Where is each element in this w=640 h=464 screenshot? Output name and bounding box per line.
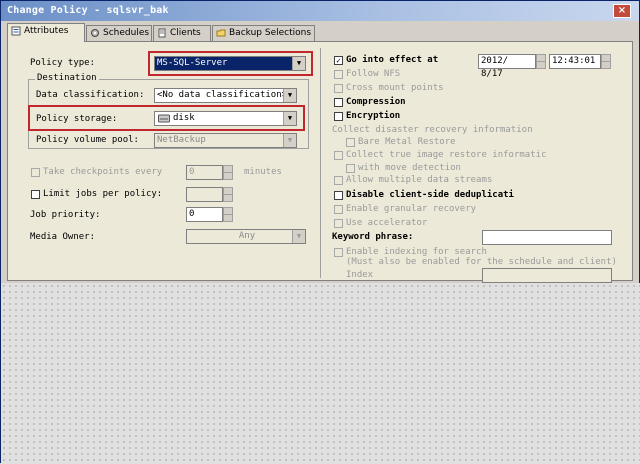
- granular-recovery-checkbox[interactable]: [334, 205, 343, 214]
- limit-jobs-input[interactable]: [186, 187, 223, 202]
- keyword-phrase-label: Keyword phrase:: [332, 232, 414, 242]
- disable-dedup-checkbox[interactable]: [334, 191, 343, 200]
- effect-date-input[interactable]: 2012/ 8/17: [478, 54, 536, 79]
- take-checkpoints-checkbox[interactable]: [31, 168, 40, 177]
- close-button[interactable]: ×: [613, 4, 631, 18]
- bmr-label: Bare Metal Restore: [358, 137, 456, 147]
- move-detection-checkbox[interactable]: [346, 164, 355, 173]
- tab-label: Backup Selections: [229, 28, 312, 38]
- gear-icon: [91, 29, 99, 37]
- granular-recovery-label: Enable granular recovery: [346, 204, 477, 214]
- policy-type-highlight-box: [148, 51, 313, 76]
- media-owner-value: Any: [238, 231, 256, 241]
- data-classification-value: <No data classification>: [157, 90, 288, 100]
- tab-label: Schedules: [103, 28, 150, 38]
- policy-storage-highlight-box: [28, 105, 305, 131]
- checkpoint-spinner[interactable]: [223, 165, 233, 180]
- encryption-label: Encryption: [346, 111, 401, 121]
- effect-time-input[interactable]: 12:43:01: [549, 54, 601, 69]
- change-policy-window: Change Policy - sqlsvr_bak × Attributes …: [0, 0, 640, 464]
- bmr-checkbox[interactable]: [346, 138, 355, 147]
- checkpoint-minutes-input[interactable]: 0: [186, 165, 223, 180]
- destination-title: Destination: [35, 73, 99, 83]
- accelerator-label: Use accelerator: [346, 218, 428, 228]
- media-owner-select[interactable]: Any ▼: [186, 229, 306, 244]
- media-owner-label: Media Owner:: [30, 232, 96, 242]
- disable-dedup-label: Disable client-side deduplicati: [346, 190, 514, 200]
- take-checkpoints-label: Take checkpoints every: [43, 167, 163, 177]
- job-priority-input[interactable]: 0: [186, 207, 223, 222]
- multiple-streams-label: Allow multiple data streams: [346, 175, 493, 185]
- follow-nfs-label: Follow NFS: [346, 69, 401, 79]
- window-title: Change Policy - sqlsvr_bak: [7, 5, 169, 16]
- title-bar[interactable]: Change Policy - sqlsvr_bak ×: [1, 1, 639, 21]
- attributes-icon: [11, 26, 21, 36]
- enable-indexing-checkbox[interactable]: [334, 248, 343, 257]
- tab-clients[interactable]: Clients: [153, 25, 211, 41]
- tab-attributes[interactable]: Attributes: [7, 23, 85, 42]
- policy-volume-pool-value: NetBackup: [157, 135, 206, 145]
- policy-type-label: Policy type:: [30, 58, 96, 68]
- policy-volume-pool-select[interactable]: NetBackup ▼: [154, 133, 297, 148]
- move-detection-label: with move detection: [358, 163, 461, 173]
- collect-tir-checkbox[interactable]: [334, 151, 343, 160]
- job-priority-spinner[interactable]: [223, 207, 233, 222]
- indexing-note: (Must also be enabled for the schedule a…: [346, 257, 617, 267]
- cross-mount-checkbox[interactable]: [334, 84, 343, 93]
- collect-dr-label: Collect disaster recovery information: [332, 125, 533, 135]
- data-classification-label: Data classification:: [36, 90, 145, 100]
- document-icon: [158, 28, 166, 38]
- chevron-down-icon: ▼: [283, 89, 296, 102]
- compression-label: Compression: [346, 97, 406, 107]
- accelerator-checkbox[interactable]: [334, 219, 343, 228]
- collect-tir-label: Collect true image restore informatic: [346, 150, 547, 160]
- limit-jobs-label: Limit jobs per policy:: [43, 189, 163, 199]
- tab-label: Clients: [170, 28, 201, 38]
- tab-label: Attributes: [24, 26, 69, 36]
- go-into-effect-checkbox[interactable]: ✓: [334, 56, 343, 65]
- job-priority-label: Job priority:: [30, 210, 101, 220]
- chevron-down-icon: ▼: [283, 134, 296, 147]
- index-server-label: Index: [346, 270, 374, 280]
- keyword-phrase-input[interactable]: [482, 230, 612, 245]
- go-into-effect-label: Go into effect at: [346, 55, 439, 65]
- effect-time-spinner[interactable]: [601, 54, 611, 69]
- attributes-panel: Policy type: MS-SQL-Server ▼ Destination…: [7, 41, 633, 283]
- multiple-streams-checkbox[interactable]: [334, 176, 343, 185]
- index-server-select[interactable]: [482, 268, 612, 283]
- obscured-region: [1, 283, 640, 464]
- tab-backup-selections[interactable]: Backup Selections: [212, 25, 315, 41]
- folder-icon: [216, 29, 226, 37]
- limit-jobs-spinner[interactable]: [223, 187, 233, 202]
- data-classification-select[interactable]: <No data classification> ▼: [154, 88, 297, 103]
- column-divider: [320, 48, 321, 278]
- enable-indexing-label: Enable indexing for search: [346, 247, 487, 257]
- follow-nfs-checkbox[interactable]: [334, 70, 343, 79]
- limit-jobs-checkbox[interactable]: [31, 190, 40, 199]
- compression-checkbox[interactable]: [334, 98, 343, 107]
- encryption-checkbox[interactable]: [334, 112, 343, 121]
- chevron-down-icon: ▼: [292, 230, 305, 243]
- effect-date-spinner[interactable]: [536, 54, 546, 69]
- policy-volume-pool-label: Policy volume pool:: [36, 135, 139, 145]
- minutes-label: minutes: [244, 167, 282, 177]
- cross-mount-label: Cross mount points: [346, 83, 444, 93]
- tab-schedules[interactable]: Schedules: [86, 25, 152, 41]
